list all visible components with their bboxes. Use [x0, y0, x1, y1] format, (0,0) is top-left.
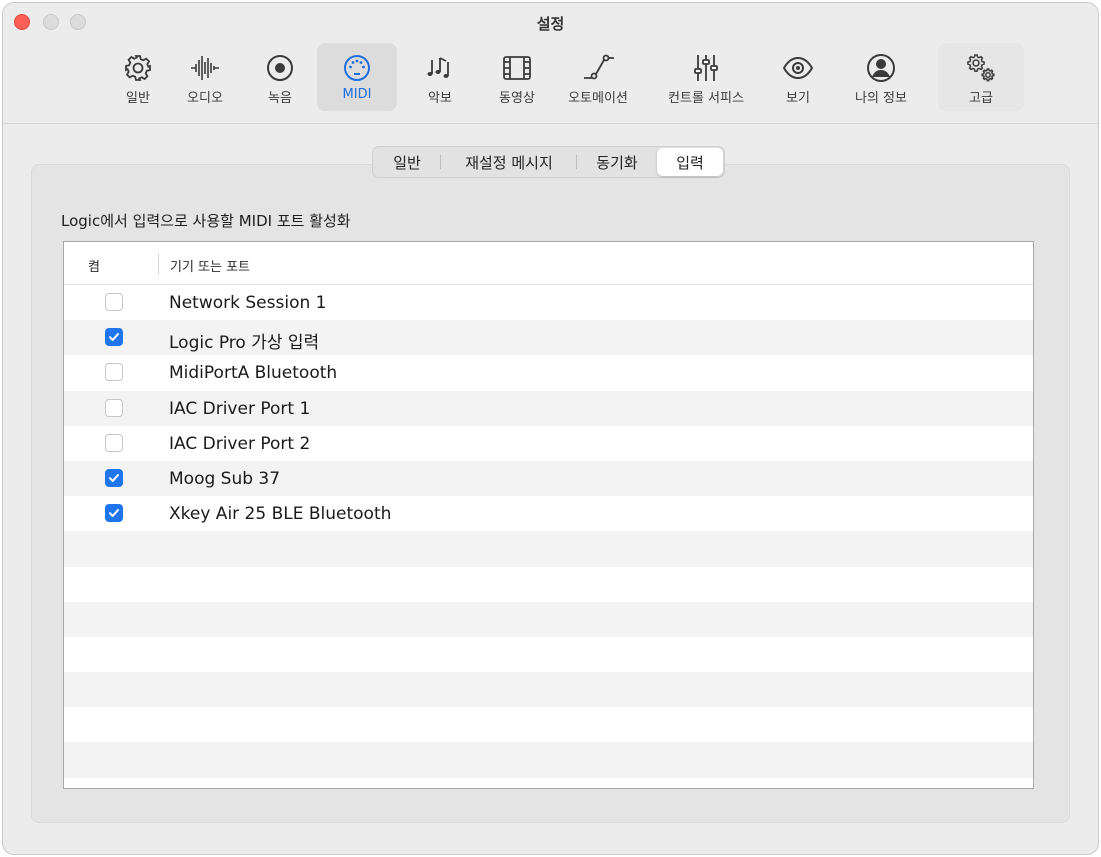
port-name: MidiPortA Bluetooth: [169, 363, 338, 384]
film-icon: [499, 50, 535, 86]
toolbar-label: 보기: [786, 91, 810, 106]
toolbar-label: MIDI: [342, 87, 372, 102]
port-enable-checkbox[interactable]: [105, 398, 123, 417]
port-name: Network Session 1: [169, 293, 327, 313]
tab-sync[interactable]: 동기화: [577, 148, 657, 176]
port-enable-checkbox[interactable]: [105, 328, 123, 347]
toolbar-label: 녹음: [268, 91, 292, 106]
toolbar-item-audio[interactable]: 오디오: [179, 43, 231, 111]
toolbar-item-my-info[interactable]: 나의 정보: [841, 43, 921, 111]
midi-tab-control: 일반 재설정 메시지 동기화 입력: [372, 146, 725, 178]
table-row[interactable]: Network Session 1: [64, 285, 1033, 320]
tab-label: 입력: [676, 153, 704, 172]
window-title: 설정: [536, 15, 565, 33]
empty-row: [64, 672, 1033, 708]
table-row[interactable]: IAC Driver Port 2: [64, 426, 1033, 461]
toolbar-item-movie[interactable]: 동영상: [487, 43, 547, 111]
port-enable-checkbox[interactable]: [105, 363, 123, 382]
port-name: Xkey Air 25 BLE Bluetooth: [169, 504, 392, 525]
tab-reset-messages[interactable]: 재설정 메시지: [441, 148, 577, 176]
person-icon: [863, 50, 899, 86]
toolbar-item-advanced[interactable]: 고급: [938, 43, 1024, 111]
toolbar-item-record[interactable]: 녹음: [255, 43, 305, 111]
table-row[interactable]: MidiPortA Bluetooth: [64, 355, 1033, 390]
port-enable-checkbox[interactable]: [105, 433, 123, 452]
tab-general[interactable]: 일반: [373, 148, 441, 176]
table-row[interactable]: Xkey Air 25 BLE Bluetooth: [64, 496, 1033, 531]
table-body: Network Session 1 Logic Pro 가상 입력 MidiPo…: [64, 285, 1033, 778]
tab-inputs[interactable]: 입력: [657, 148, 723, 176]
port-name: Moog Sub 37: [169, 468, 281, 489]
checkmark-icon: [109, 509, 119, 518]
toolbar-label: 동영상: [499, 91, 535, 106]
toolbar-item-control-surfaces[interactable]: 컨트롤 서피스: [657, 43, 755, 111]
port-enable-checkbox[interactable]: [105, 468, 123, 487]
tab-label: 동기화: [596, 153, 638, 172]
toolbar-label: 일반: [126, 91, 150, 106]
gear-icon: [120, 50, 156, 86]
toolbar-label: 고급: [969, 91, 993, 106]
table-row[interactable]: IAC Driver Port 1: [64, 390, 1033, 426]
port-enable-checkbox[interactable]: [105, 504, 123, 523]
automation-curve-icon: [580, 50, 616, 86]
checkmark-icon: [109, 473, 119, 482]
column-divider[interactable]: [158, 253, 159, 275]
empty-row: [64, 601, 1033, 637]
empty-row: [64, 707, 1033, 742]
preferences-toolbar: 일반 오디오 녹음 MIDI 악보 동영상 오토메이션 컨트롤 서피스 보기 나…: [3, 43, 1098, 113]
eye-icon: [780, 50, 816, 86]
midi-connector-icon: [339, 50, 375, 86]
midi-ports-table: 켬 기기 또는 포트 Network Session 1 Logic Pro 가…: [63, 241, 1034, 789]
table-header: 켬 기기 또는 포트: [64, 242, 1033, 285]
music-notes-icon: [422, 50, 458, 86]
title-bar: 설정 일반 오디오 녹음 MIDI 악보 동영상 오토메이션 컨트롤 서피스 보…: [3, 3, 1098, 124]
waveform-icon: [187, 50, 223, 86]
column-header-on[interactable]: 켬: [88, 256, 100, 275]
port-name: Logic Pro 가상 입력: [169, 333, 320, 354]
toolbar-label: 나의 정보: [855, 91, 907, 106]
toolbar-item-view[interactable]: 보기: [773, 43, 823, 111]
checkmark-icon: [109, 333, 119, 342]
empty-row: [64, 637, 1033, 672]
port-name: IAC Driver Port 2: [169, 433, 311, 454]
toolbar-label: 악보: [428, 91, 452, 106]
sliders-icon: [688, 50, 724, 86]
tab-label: 재설정 메시지: [465, 153, 553, 172]
section-description: Logic에서 입력으로 사용할 MIDI 포트 활성화: [61, 212, 351, 230]
table-row[interactable]: Logic Pro 가상 입력: [64, 320, 1033, 356]
port-enable-checkbox[interactable]: [105, 293, 123, 311]
toolbar-item-midi[interactable]: MIDI: [317, 43, 397, 111]
column-header-device[interactable]: 기기 또는 포트: [170, 256, 250, 275]
toolbar-label: 컨트롤 서피스: [668, 91, 744, 106]
port-name: IAC Driver Port 1: [169, 398, 311, 419]
toolbar-label: 오토메이션: [568, 91, 628, 106]
toolbar-item-general[interactable]: 일반: [113, 43, 163, 111]
empty-row: [64, 742, 1033, 778]
empty-row: [64, 567, 1033, 602]
table-row[interactable]: Moog Sub 37: [64, 460, 1033, 497]
record-icon: [262, 50, 298, 86]
tab-label: 일반: [393, 153, 421, 172]
toolbar-item-score[interactable]: 악보: [415, 43, 465, 111]
gears-icon: [963, 50, 999, 86]
toolbar-label: 오디오: [187, 91, 223, 106]
toolbar-item-automation[interactable]: 오토메이션: [558, 43, 638, 111]
empty-row: [64, 531, 1033, 567]
